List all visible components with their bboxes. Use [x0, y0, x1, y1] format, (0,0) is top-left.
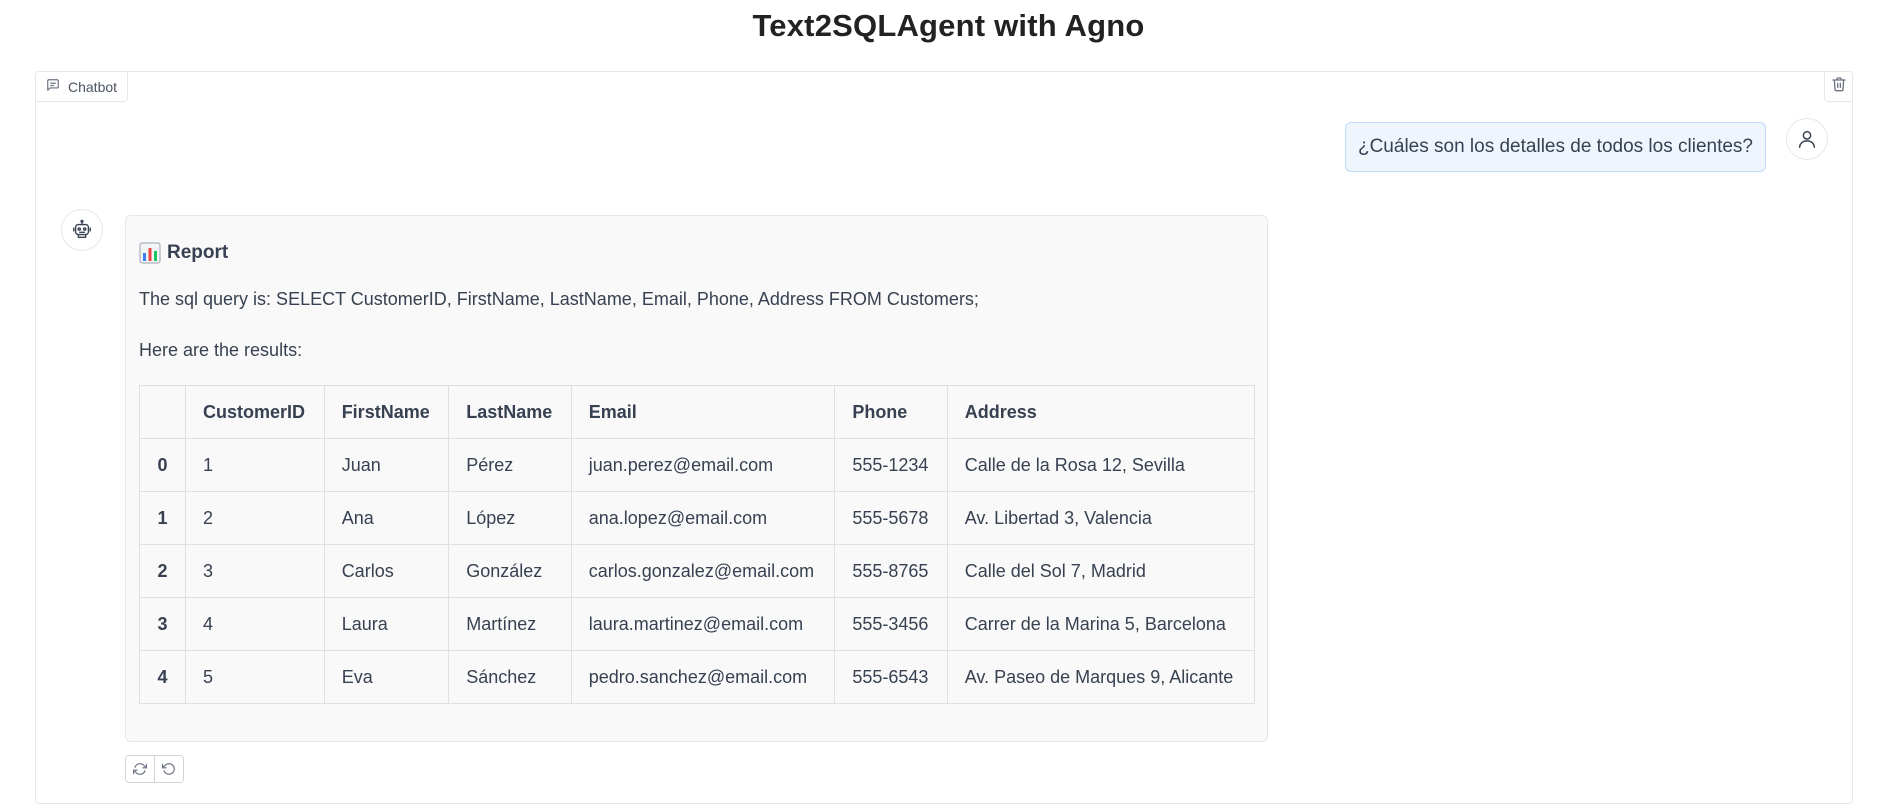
user-avatar: [1786, 118, 1828, 160]
sql-query-text: The sql query is: SELECT CustomerID, Fir…: [139, 289, 979, 309]
cell-customer-id: 1: [185, 438, 325, 492]
robot-icon: [71, 219, 93, 241]
cell-last-name: Pérez: [448, 438, 572, 492]
report-heading: Report: [139, 240, 1254, 266]
row-index: 3: [139, 597, 186, 651]
row-index: 1: [139, 491, 186, 545]
row-index: 4: [139, 650, 186, 704]
cell-last-name: González: [448, 544, 572, 598]
row-index: 0: [139, 438, 186, 492]
table-row: 4 5 Eva Sánchez pedro.sanchez@email.com …: [139, 650, 1256, 704]
cell-email: ana.lopez@email.com: [570, 491, 836, 545]
cell-phone: 555-6543: [834, 650, 948, 704]
user-message-row: ¿Cuáles son los detalles de todos los cl…: [1344, 118, 1828, 172]
cell-address: Calle del Sol 7, Madrid: [946, 544, 1256, 598]
table-row: 1 2 Ana López ana.lopez@email.com 555-56…: [139, 491, 1256, 545]
message-actions: [125, 755, 184, 783]
cell-first-name: Eva: [323, 650, 450, 704]
column-header: Email: [570, 385, 836, 439]
column-header: Address: [946, 385, 1256, 439]
results-table: CustomerID FirstName LastName Email Phon…: [139, 385, 1256, 704]
table-row: 2 3 Carlos González carlos.gonzalez@emai…: [139, 544, 1256, 598]
cell-customer-id: 5: [185, 650, 325, 704]
cell-address: Carrer de la Marina 5, Barcelona: [946, 597, 1256, 651]
cell-last-name: Martínez: [448, 597, 572, 651]
table-row: 3 4 Laura Martínez laura.martinez@email.…: [139, 597, 1256, 651]
chatbot-label: Chatbot: [36, 72, 129, 102]
chatbot-label-text: Chatbot: [68, 78, 118, 95]
cell-email: juan.perez@email.com: [570, 438, 836, 492]
cell-last-name: Sánchez: [448, 650, 572, 704]
cell-customer-id: 3: [185, 544, 325, 598]
column-header-index: [139, 385, 186, 439]
bot-avatar: [61, 209, 103, 251]
cell-address: Av. Libertad 3, Valencia: [946, 491, 1256, 545]
retry-button[interactable]: [126, 756, 154, 782]
cell-address: Calle de la Rosa 12, Sevilla: [946, 438, 1256, 492]
page-title: Text2SQLAgent with Agno: [752, 8, 1145, 43]
column-header: CustomerID: [185, 385, 325, 439]
chat-bubble-icon: [46, 78, 60, 95]
undo-icon: [162, 762, 176, 776]
cell-last-name: López: [448, 491, 572, 545]
cell-phone: 555-8765: [834, 544, 948, 598]
cell-first-name: Laura: [323, 597, 450, 651]
bar-chart-icon: [139, 242, 161, 264]
cell-phone: 555-1234: [834, 438, 948, 492]
cell-address: Av. Paseo de Marques 9, Alicante: [946, 650, 1256, 704]
cell-phone: 555-5678: [834, 491, 948, 545]
column-header: FirstName: [323, 385, 450, 439]
undo-button[interactable]: [154, 756, 183, 782]
retry-icon: [133, 762, 147, 776]
cell-email: carlos.gonzalez@email.com: [570, 544, 836, 598]
cell-email: pedro.sanchez@email.com: [570, 650, 836, 704]
bot-message-bubble: Report The sql query is: SELECT Customer…: [125, 215, 1268, 742]
user-icon: [1796, 128, 1818, 150]
table-header-row: CustomerID FirstName LastName Email Phon…: [139, 385, 1256, 439]
cell-phone: 555-3456: [834, 597, 948, 651]
cell-first-name: Juan: [323, 438, 450, 492]
table-row: 0 1 Juan Pérez juan.perez@email.com 555-…: [139, 438, 1256, 492]
clear-chat-button[interactable]: [1824, 72, 1852, 102]
chatbot-panel: Chatbot ¿Cuáles son los detalles de todo…: [35, 71, 1853, 804]
cell-first-name: Ana: [323, 491, 450, 545]
column-header: LastName: [448, 385, 572, 439]
cell-customer-id: 4: [185, 597, 325, 651]
trash-icon: [1831, 76, 1847, 97]
cell-first-name: Carlos: [323, 544, 450, 598]
row-index: 2: [139, 544, 186, 598]
report-heading-text: Report: [167, 242, 229, 263]
results-intro-text: Here are the results:: [139, 340, 303, 360]
user-message-bubble: ¿Cuáles son los detalles de todos los cl…: [1344, 122, 1766, 172]
column-header: Phone: [834, 385, 948, 439]
cell-email: laura.martinez@email.com: [570, 597, 836, 651]
cell-customer-id: 2: [185, 491, 325, 545]
